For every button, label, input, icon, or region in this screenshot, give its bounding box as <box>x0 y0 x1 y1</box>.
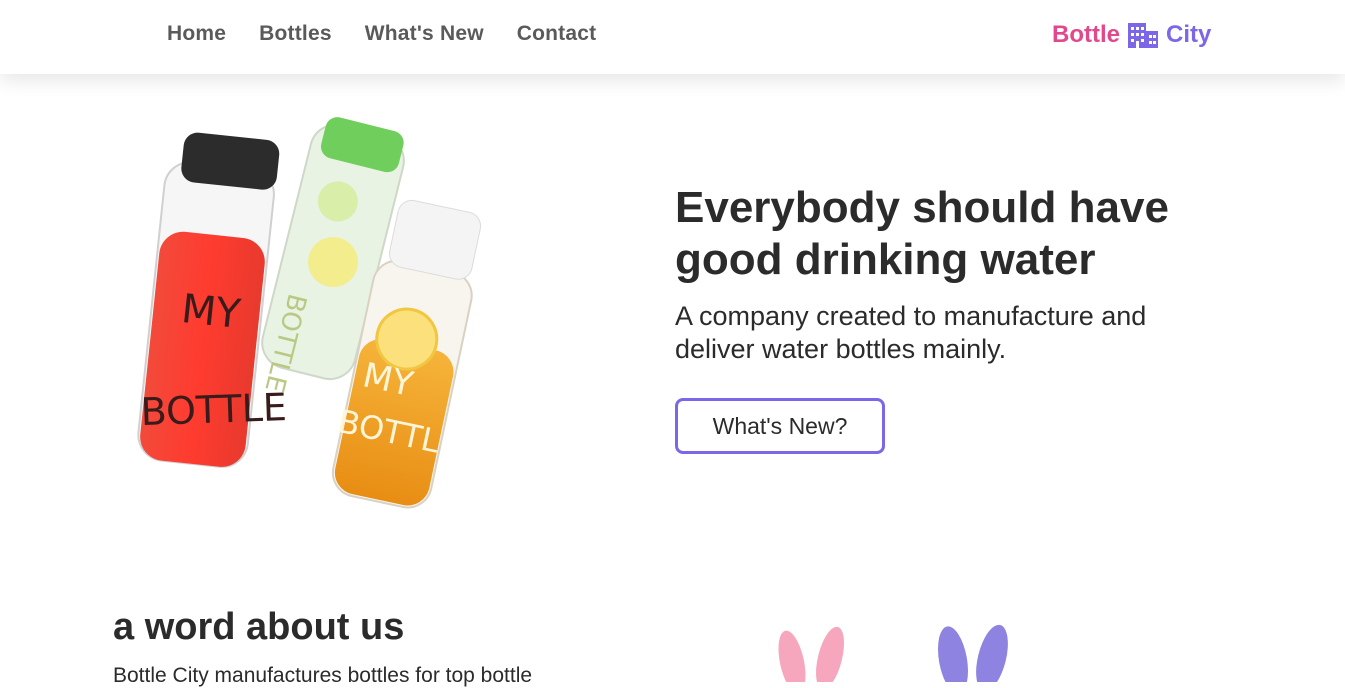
nav-link-whats-new[interactable]: What's New <box>365 22 484 46</box>
nav-link-bottles[interactable]: Bottles <box>259 22 332 46</box>
about-text: Bottle City manufactures bottles for top… <box>113 664 533 687</box>
city-building-icon <box>1127 21 1159 49</box>
brand-name-part-1: Bottle <box>1052 21 1120 48</box>
navbar: Home Bottles What's New Contact Bottle C… <box>0 0 1345 74</box>
hero-title: Everybody should have good drinking wate… <box>675 183 1169 284</box>
about-title: a word about us <box>113 606 405 648</box>
svg-text:MY: MY <box>179 286 243 338</box>
bunny-ears-image <box>770 622 1030 688</box>
nav-links: Home Bottles What's New Contact <box>167 22 596 46</box>
nav-link-home[interactable]: Home <box>167 22 226 46</box>
water-bottles-image: BOTTLE MY BOTTLE MY BOTTL <box>110 96 500 516</box>
brand-logo[interactable]: Bottle City <box>1052 21 1211 49</box>
svg-text:BOTTLE: BOTTLE <box>140 385 288 434</box>
brand-name-part-2: City <box>1166 21 1212 48</box>
hero-subtitle: A company created to manufacture and del… <box>675 301 1147 364</box>
whats-new-button[interactable]: What's New? <box>675 398 885 454</box>
nav-link-contact[interactable]: Contact <box>517 22 597 46</box>
